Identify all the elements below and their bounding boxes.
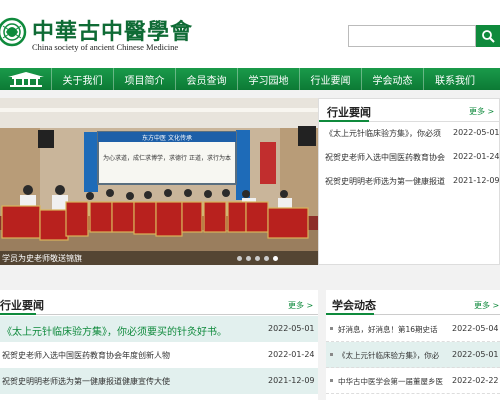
banner-screen-title: 东方中医 文化传承 xyxy=(142,134,192,142)
slide-dot[interactable] xyxy=(246,256,251,261)
list-item[interactable]: 祝贺史明明老师选为第一健康报道 2021-12-09 xyxy=(319,171,500,191)
news-date: 2022-05-01 xyxy=(452,350,499,359)
banner-photo: 东方中医 文化传承 为心求道，成仁求博学，求德行 正道，求行为本 xyxy=(0,98,318,265)
home-pavilion-icon xyxy=(7,72,44,87)
society-news-title: 学会动态 xyxy=(332,299,376,312)
top-industry-news-panel: 行业要闻 更多 > 《太上元针临床验方集》，你必须 2022-05-01 祝贺史… xyxy=(318,98,500,265)
news-date: 2022-05-04 xyxy=(452,324,499,333)
list-item[interactable]: 好消息，好消息！第16期史话 2022-05-04 xyxy=(326,316,500,342)
news-title[interactable]: 祝贺史明明老师选为第一健康报道健康宣传大使 xyxy=(2,376,252,387)
bullet-icon xyxy=(330,353,333,356)
news-title[interactable]: 祝贺史明明老师选为第一健康报道 xyxy=(325,176,451,187)
news-title[interactable]: 《太上元针临床验方集》，你必须 xyxy=(325,128,451,139)
nav-item-projects[interactable]: 项目简介 xyxy=(114,68,176,90)
industry-news-more-link[interactable]: 更多 > xyxy=(288,300,313,311)
bullet-icon xyxy=(330,379,333,382)
table-row[interactable]: 《太上元针临床验方集》，你必须要买的针灸好书。 2022-05-01 xyxy=(0,316,318,342)
banner-screen-text: 为心求道，成仁求博学，求德行 正道，求行为本 xyxy=(103,154,231,162)
slide-dot[interactable] xyxy=(264,256,269,261)
table-row[interactable]: 祝贺史明明老师选为第一健康报道健康宣传大使 2021-12-09 xyxy=(0,368,318,394)
nav-item-about[interactable]: 关于我们 xyxy=(52,68,114,90)
slide-dot[interactable] xyxy=(255,256,260,261)
slide-indicators xyxy=(237,256,278,261)
news-date: 2022-01-24 xyxy=(453,152,500,161)
list-item[interactable]: 《太上元针临床验方集》，你必须 2022-05-01 xyxy=(319,123,500,143)
top-news-more-link[interactable]: 更多 > xyxy=(469,106,494,117)
nav-item-member-lookup[interactable]: 会员查询 xyxy=(176,68,238,90)
news-date: 2022-05-01 xyxy=(268,324,315,333)
nav-item-contact[interactable]: 联系我们 xyxy=(424,68,486,90)
main-nav: 关于我们 项目简介 会员查询 学习园地 行业要闻 学会动态 联系我们 xyxy=(0,68,500,90)
society-logo-icon[interactable] xyxy=(0,12,28,52)
bullet-icon xyxy=(330,327,333,330)
nav-item-learning[interactable]: 学习园地 xyxy=(238,68,300,90)
society-news-panel: 学会动态 更多 > 好消息，好消息！第16期史话 2022-05-04 《太上元… xyxy=(326,290,500,400)
nav-home[interactable] xyxy=(0,68,52,90)
news-title[interactable]: 《太上元针临床验方集》，你必 xyxy=(338,350,444,361)
search-icon xyxy=(482,30,495,43)
news-date: 2021-12-09 xyxy=(453,176,500,185)
news-date: 2022-01-24 xyxy=(268,350,315,359)
header: 中華古中醫學會 China society of ancient Chinese… xyxy=(0,0,500,68)
list-item[interactable]: 《太上元针临床验方集》，你必 2022-05-01 xyxy=(326,342,500,368)
banner-slideshow[interactable]: 东方中医 文化传承 为心求道，成仁求博学，求德行 正道，求行为本 学员为史老师敬… xyxy=(0,98,318,265)
table-row[interactable]: 祝贺史老师入选中国医药教育协会年度创新人物 2022-01-24 xyxy=(0,342,318,368)
society-news-more-link[interactable]: 更多 > xyxy=(474,300,499,311)
list-item[interactable]: 祝贺史老师入选中国医药教育协会 2022-01-24 xyxy=(319,147,500,167)
news-title[interactable]: 《太上元针临床验方集》，你必须要买的针灸好书。 xyxy=(2,323,252,338)
list-item[interactable]: 中华古中医学会第一届董屋乡医 2022-02-22 xyxy=(326,368,500,394)
news-title[interactable]: 祝贺史老师入选中国医药教育协会年度创新人物 xyxy=(2,350,252,361)
top-news-title: 行业要闻 xyxy=(327,106,371,119)
slide-dot-active[interactable] xyxy=(273,256,278,261)
news-title[interactable]: 中华古中医学会第一届董屋乡医 xyxy=(338,376,444,387)
industry-news-panel: 行业要闻 更多 > 《太上元针临床验方集》，你必须要买的针灸好书。 2022-0… xyxy=(0,290,318,400)
industry-news-title: 行业要闻 xyxy=(0,299,44,312)
banner-caption[interactable]: 学员为史老师敬送锦旗 xyxy=(2,253,82,264)
nav-item-society-news[interactable]: 学会动态 xyxy=(362,68,424,90)
slide-dot[interactable] xyxy=(237,256,242,261)
news-title[interactable]: 祝贺史老师入选中国医药教育协会 xyxy=(325,152,451,163)
news-date: 2022-02-22 xyxy=(452,376,499,385)
news-date: 2022-05-01 xyxy=(453,128,500,137)
nav-item-industry-news[interactable]: 行业要闻 xyxy=(300,68,362,90)
site-subtitle: China society of ancient Chinese Medicin… xyxy=(32,42,179,52)
news-date: 2021-12-09 xyxy=(268,376,315,385)
news-title[interactable]: 好消息，好消息！第16期史话 xyxy=(338,324,444,335)
search-button[interactable] xyxy=(476,25,500,47)
search-input[interactable] xyxy=(348,25,476,47)
